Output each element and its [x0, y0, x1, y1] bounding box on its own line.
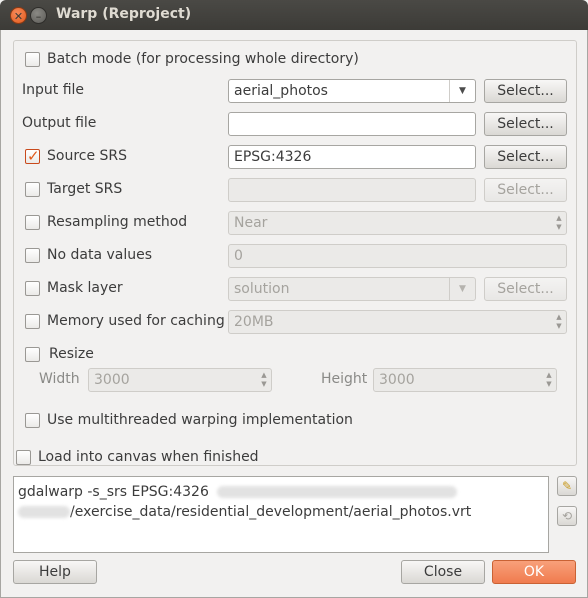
spin-arrows-icon[interactable]: ▲ ▼ [554, 313, 564, 331]
title-bar: ✕ – Warp (Reproject) [0, 0, 588, 30]
source-srs-row: Source SRS EPSG:4326 Select... [1, 145, 588, 169]
source-srs-checkbox[interactable] [25, 147, 40, 165]
height-value: 3000 [379, 372, 415, 388]
output-file-input[interactable] [228, 112, 476, 136]
load-canvas-checkbox[interactable] [16, 450, 31, 465]
command-line-1: gdalwarp -s_srs EPSG:4326 [18, 482, 544, 502]
chevron-down-icon[interactable]: ▼ [449, 80, 475, 102]
memory-spinbox[interactable]: 20MB ▲ ▼ [228, 310, 567, 334]
memory-label: Memory used for caching [47, 313, 225, 329]
input-file-row: Input file aerial_photos ▼ Select... [1, 79, 588, 103]
memory-row: Memory used for caching 20MB ▲ ▼ [1, 310, 588, 334]
edit-pencil-icon[interactable]: ✎ [557, 476, 577, 496]
width-label: Width [39, 371, 80, 387]
memory-checkbox[interactable] [25, 314, 40, 329]
ok-button[interactable]: OK [492, 560, 576, 584]
button-bar: Help Close OK [1, 560, 588, 584]
mask-layer-value: solution [234, 281, 290, 297]
resampling-checkbox[interactable] [25, 215, 40, 230]
command-text-1: gdalwarp -s_srs EPSG:4326 [18, 484, 209, 500]
reset-icon[interactable]: ⟲ [557, 506, 577, 526]
target-srs-label: Target SRS [47, 181, 123, 197]
output-file-label: Output file [22, 115, 97, 131]
resize-label: Resize [49, 346, 94, 362]
target-srs-checkbox[interactable] [25, 182, 40, 197]
command-line-2: /exercise_data/residential_development/a… [18, 502, 544, 522]
resize-size-row: Width 3000 ▲ ▼ Height 3000 ▲ ▼ [1, 368, 588, 392]
help-button[interactable]: Help [13, 560, 97, 584]
resize-row: Resize [1, 343, 588, 367]
multithreaded-checkbox[interactable] [25, 413, 40, 428]
multithreaded-row: Use multithreaded warping implementation [1, 409, 588, 433]
batch-mode-checkbox[interactable] [25, 52, 40, 67]
input-file-combo[interactable]: aerial_photos ▼ [228, 79, 476, 103]
command-textbox[interactable]: gdalwarp -s_srs EPSG:4326 /exercise_data… [13, 476, 549, 553]
mask-layer-select-button[interactable]: Select... [484, 277, 567, 301]
resampling-row: Resampling method Near ▲ ▼ [1, 211, 588, 235]
batch-mode-label: Batch mode (for processing whole directo… [47, 51, 359, 67]
redacted-path [18, 506, 70, 518]
width-spinbox[interactable]: 3000 ▲ ▼ [88, 368, 272, 392]
height-spinbox[interactable]: 3000 ▲ ▼ [373, 368, 557, 392]
output-file-select-button[interactable]: Select... [484, 112, 567, 136]
source-srs-input[interactable]: EPSG:4326 [228, 145, 476, 169]
multithreaded-label: Use multithreaded warping implementation [47, 412, 353, 428]
width-value: 3000 [94, 372, 130, 388]
height-label: Height [321, 371, 368, 387]
no-data-label: No data values [47, 247, 153, 263]
source-srs-label: Source SRS [47, 148, 128, 164]
resampling-combo[interactable]: Near ▲ ▼ [228, 211, 567, 235]
load-canvas-label: Load into canvas when finished [38, 449, 259, 465]
resize-checkbox[interactable] [25, 347, 40, 362]
dialog-body: Batch mode (for processing whole directo… [0, 30, 588, 598]
mask-layer-row: Mask layer solution ▼ Select... [1, 277, 588, 301]
target-srs-select-button[interactable]: Select... [484, 178, 567, 202]
mask-layer-combo[interactable]: solution ▼ [228, 277, 476, 301]
chevron-down-icon[interactable]: ▼ [449, 278, 475, 300]
mask-layer-label: Mask layer [47, 280, 123, 296]
spin-arrows-icon[interactable]: ▲ ▼ [544, 371, 554, 389]
no-data-checkbox[interactable] [25, 248, 40, 263]
minimize-window-icon[interactable]: – [30, 7, 47, 24]
resampling-value: Near [234, 215, 268, 231]
source-srs-select-button[interactable]: Select... [484, 145, 567, 169]
mask-layer-checkbox[interactable] [25, 281, 40, 296]
window-title: Warp (Reproject) [56, 6, 192, 22]
resampling-label: Resampling method [47, 214, 188, 230]
close-button[interactable]: Close [401, 560, 485, 584]
memory-value: 20MB [234, 314, 274, 330]
no-data-input[interactable]: 0 [228, 244, 567, 268]
input-file-select-button[interactable]: Select... [484, 79, 567, 103]
updown-arrows-icon: ▲ ▼ [556, 214, 562, 231]
batch-mode-row: Batch mode (for processing whole directo… [1, 48, 588, 72]
target-srs-row: Target SRS Select... [1, 178, 588, 202]
spin-arrows-icon[interactable]: ▲ ▼ [259, 371, 269, 389]
redacted-path [217, 486, 458, 498]
target-srs-input[interactable] [228, 178, 476, 202]
load-canvas-row: Load into canvas when finished [1, 446, 588, 470]
close-window-icon[interactable]: ✕ [10, 7, 27, 24]
output-file-row: Output file Select... [1, 112, 588, 136]
command-text-2: /exercise_data/residential_development/a… [70, 504, 472, 520]
no-data-row: No data values 0 [1, 244, 588, 268]
input-file-value: aerial_photos [234, 83, 328, 99]
input-file-label: Input file [22, 82, 85, 98]
